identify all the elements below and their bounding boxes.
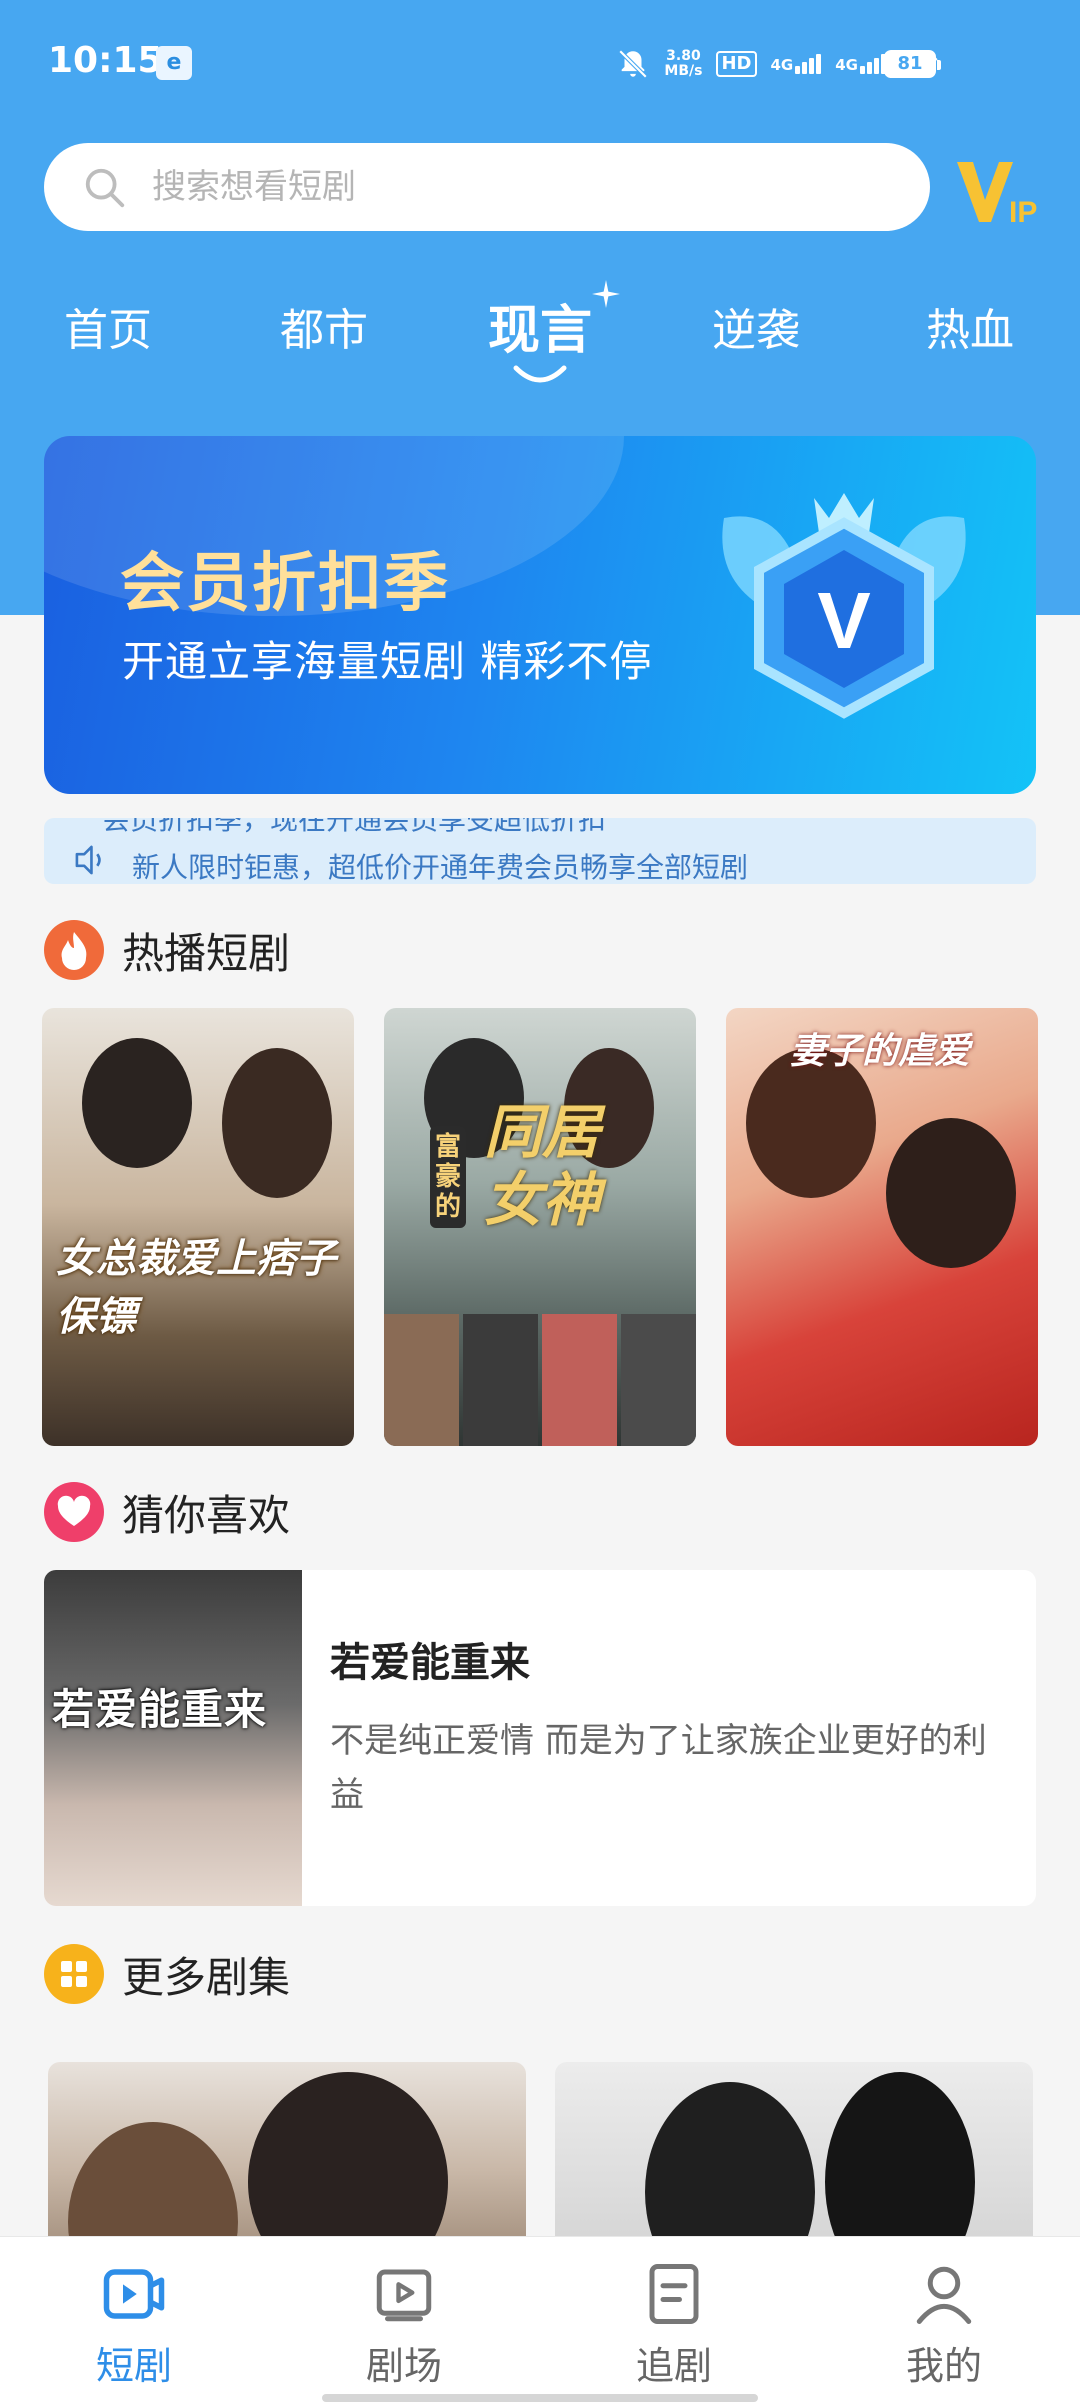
tab-home[interactable]: 首页 [64,294,152,358]
announcement-bar[interactable]: 会员折扣季，现在开通会员享受超低折扣 新人限时钜惠，超低价开通年费会员畅享全部短… [44,818,1036,884]
category-tabs: 首页 都市 现言 逆袭 热血 [0,280,1080,390]
search-bar[interactable]: 搜索想看短剧 [44,143,930,231]
more-drama-card[interactable] [555,2062,1033,2242]
guess-section-heading: 猜你喜欢 [44,1480,290,1544]
recommended-drama-card[interactable]: 若爱能重来 若爱能重来 不是纯正爱情 而是为了让家族企业更好的利益 [44,1570,1036,1906]
hot-section-heading: 热播短剧 [44,918,290,982]
profile-icon [916,2266,972,2324]
vip-promo-banner[interactable]: 会员折扣季 开通立享海量短剧 精彩不停 V [44,436,1036,794]
poster-figure [222,1048,332,1198]
short-drama-icon [103,2269,165,2319]
hot-drama-card[interactable]: 女总裁爱上痞子保镖 [42,1008,354,1446]
bottom-navigation: 短剧 剧场 追剧 我的 [0,2236,1080,2408]
poster-figure [248,2072,448,2242]
tab-hot-blood[interactable]: 热血 [926,294,1014,358]
fire-icon [44,920,104,980]
vip-shield-emblem: V [722,493,966,719]
cast-photo [384,1314,459,1446]
drama-poster: 若爱能重来 [44,1570,302,1906]
poster-cast-strip [384,1314,696,1446]
sim1-label: 4G [770,56,794,74]
hd-icon: HD [716,51,757,77]
nav-theater[interactable]: 剧场 [324,2261,484,2390]
hot-drama-card[interactable]: 富豪的 同居女神 [384,1008,696,1446]
cast-photo [463,1314,538,1446]
more-drama-card[interactable] [48,2062,526,2242]
more-section-heading: 更多剧集 [44,1942,290,2006]
nav-profile[interactable]: 我的 [864,2261,1024,2390]
speed-value: 3.80 [666,48,701,64]
drama-title: 若爱能重来 [330,1640,530,1686]
banner-title: 会员折扣季 [120,547,450,621]
home-indicator[interactable] [322,2394,758,2402]
theater-icon [376,2269,432,2322]
speed-unit: MB/s [664,63,703,79]
cast-photo [621,1314,696,1446]
status-bar: 10:15 e 3.80 MB/s HD 4G 4G 81 [0,0,1080,120]
hot-drama-card[interactable]: 妻子的虐爱 [726,1008,1038,1446]
emblem-letter: V [817,576,870,665]
poster-title: 同居女神 [484,1098,601,1234]
vip-icon[interactable]: IP [955,148,1039,228]
poster-title: 若爱能重来 [52,1685,268,1734]
poster-title: 妻子的虐爱 [790,1030,971,1072]
nav-label: 我的 [905,2344,982,2388]
tab-modern-romance[interactable]: 现言 [488,288,592,363]
poster-figure [68,2122,238,2242]
poster-figure [645,2082,815,2242]
banner-subtitle: 开通立享海量短剧 精彩不停 [122,637,653,686]
poster-figure [886,1118,1016,1268]
battery-icon: 81 [884,50,941,78]
status-time: 10:15 [48,40,163,81]
guess-section-title: 猜你喜欢 [122,1490,291,1540]
poster-subtitle: 富豪的 [430,1126,466,1228]
signal-1-icon: 4G [771,54,822,74]
poster-figure [825,2072,975,2242]
network-speed: 3.80 MB/s [664,49,702,79]
nav-short-drama[interactable]: 短剧 [54,2261,214,2390]
tab-comeback[interactable]: 逆袭 [712,294,800,358]
mute-bell-icon [619,49,648,79]
poster-title: 女总裁爱上痞子保镖 [56,1236,336,1340]
tab-city[interactable]: 都市 [280,294,368,358]
active-tab-indicator [513,365,567,383]
speaker-icon [75,845,101,875]
announcement-previous-text: 会员折扣季，现在开通会员享受超低折扣 [102,818,607,836]
grid-icon [44,1944,104,2004]
nav-label: 剧场 [365,2344,442,2388]
drama-description: 不是纯正爱情 而是为了让家族企业更好的利益 [330,1721,987,1815]
heart-icon [44,1482,104,1542]
nav-label: 短剧 [95,2344,172,2388]
announcement-text: 新人限时钜惠，超低价开通年费会员畅享全部短剧 [132,851,749,884]
nav-label: 追剧 [635,2344,712,2388]
poster-figure [82,1038,192,1168]
cast-photo [542,1314,617,1446]
more-section-title: 更多剧集 [122,1952,291,2002]
sim2-label: 4G [835,56,858,74]
notification-app-icon: e [156,46,192,80]
signal-2-icon: 4G [835,54,886,74]
sparkle-icon [592,280,620,308]
search-icon [85,168,125,208]
search-placeholder: 搜索想看短剧 [152,167,356,207]
hot-section-title: 热播短剧 [122,928,291,978]
svg-text:IP: IP [1009,196,1037,228]
nav-follow[interactable]: 追剧 [594,2261,754,2390]
follow-icon [649,2264,699,2324]
